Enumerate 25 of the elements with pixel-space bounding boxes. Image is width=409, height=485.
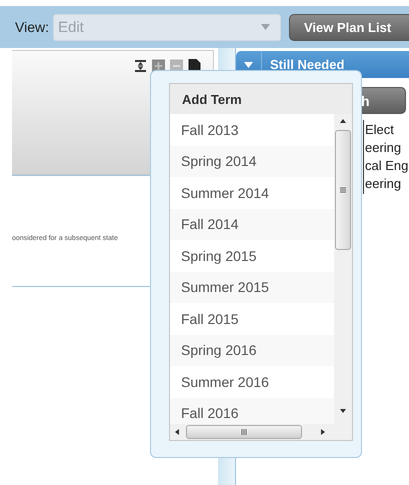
list-header: Add Term <box>170 84 352 114</box>
term-option[interactable]: Spring 2014 <box>170 146 334 177</box>
grip-icon <box>340 187 346 193</box>
requirement-text: Elect <box>365 122 395 139</box>
horizontal-scrollbar[interactable] <box>170 424 352 440</box>
grip-icon <box>241 429 247 435</box>
view-label: View: <box>15 19 49 35</box>
scroll-thumb[interactable] <box>186 425 302 439</box>
scroll-thumb[interactable] <box>335 130 351 250</box>
term-option[interactable]: Summer 2015 <box>170 272 334 303</box>
down-arrow-icon[interactable] <box>340 408 346 414</box>
left-arrow-icon[interactable] <box>174 429 180 435</box>
term-option[interactable]: Fall 2014 <box>170 208 334 240</box>
vertical-scrollbar[interactable] <box>334 114 352 424</box>
requirement-text: cal Eng <box>365 158 409 175</box>
expand-icon[interactable] <box>134 59 147 73</box>
right-arrow-icon[interactable] <box>320 429 326 435</box>
term-option[interactable]: Fall 2016 <box>170 398 334 424</box>
header-title: Still Needed <box>270 57 344 72</box>
up-arrow-icon[interactable] <box>340 118 346 124</box>
requirement-text: eering <box>365 176 402 193</box>
requirement-text: eering <box>365 140 402 157</box>
caret-icon <box>260 24 270 30</box>
term-option[interactable]: Spring 2016 <box>170 334 334 366</box>
view-plan-list-button[interactable]: View Plan List <box>288 14 409 40</box>
